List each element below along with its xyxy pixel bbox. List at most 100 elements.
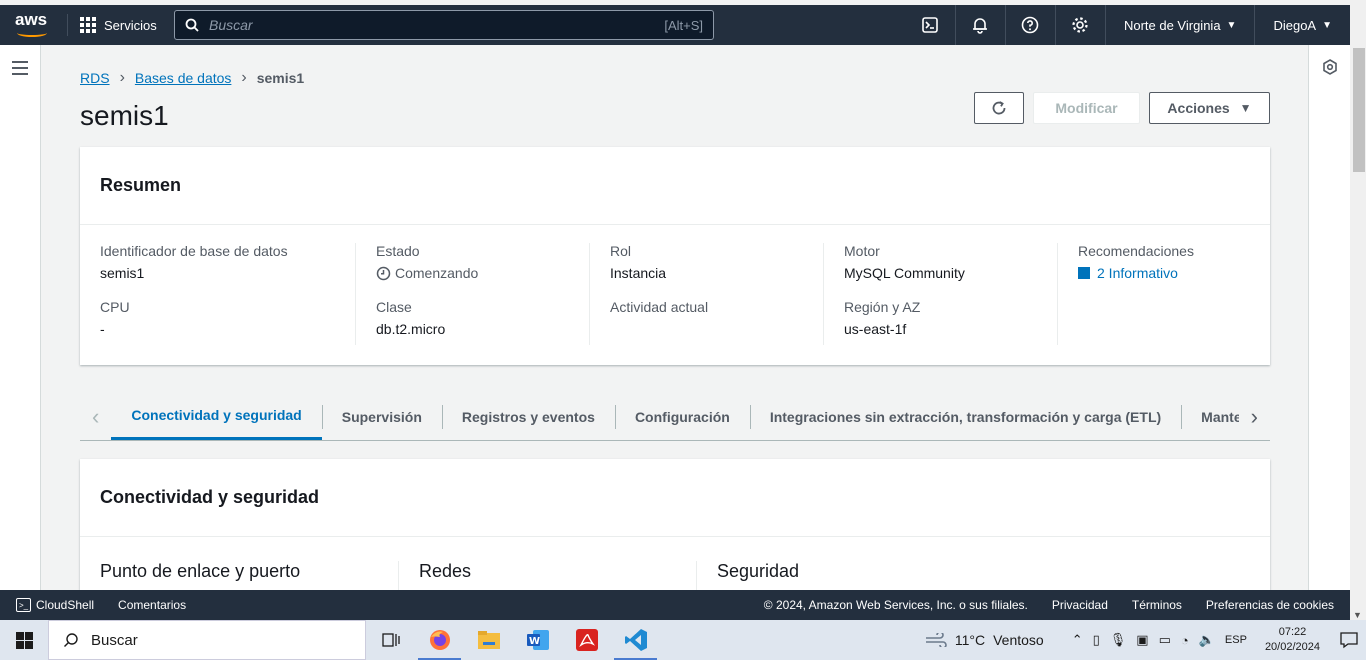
status-value: Comenzando: [376, 265, 589, 281]
search-icon: [64, 633, 78, 647]
region-label: Norte de Virginia: [1123, 17, 1221, 33]
console-footer: >_ CloudShell Comentarios © 2024, Amazon…: [0, 590, 1350, 620]
cpu-label: CPU: [100, 299, 130, 315]
notification-icon: [1340, 632, 1358, 649]
start-button[interactable]: [0, 631, 48, 649]
acrobat-icon: [575, 629, 598, 651]
chevron-up-icon[interactable]: ⌃: [1072, 632, 1083, 648]
activity-label: Actividad actual: [610, 299, 709, 315]
engine-value: MySQL Community: [844, 265, 965, 281]
tab-zero-etl[interactable]: Integraciones sin extracción, transforma…: [749, 393, 1181, 440]
engine-label: Motor: [844, 243, 880, 259]
tab-maintenance[interactable]: Mantenimiento: [1181, 393, 1239, 440]
device-icon[interactable]: ▯: [1093, 632, 1100, 648]
weather-text: Ventoso: [993, 632, 1044, 648]
tab-bar: ‹ Conectividad y seguridad Supervisión R…: [80, 393, 1270, 441]
svg-text:W: W: [529, 636, 540, 647]
search-input[interactable]: Buscar [Alt+S]: [174, 10, 714, 40]
caret-down-icon: ▼: [1322, 19, 1332, 31]
settings-button[interactable]: [1056, 5, 1106, 45]
tab-logs-events[interactable]: Registros y eventos: [441, 393, 615, 440]
caret-down-icon: ▼: [1239, 101, 1252, 115]
taskbar-search-label: Buscar: [91, 631, 138, 649]
services-label: Servicios: [104, 17, 157, 33]
search-icon: [185, 18, 199, 32]
windows-icon: [15, 631, 33, 649]
page-title: semis1: [80, 100, 169, 131]
privacy-link[interactable]: Privacidad: [1052, 598, 1108, 612]
comments-link[interactable]: Comentarios: [118, 598, 186, 612]
breadcrumb-rds[interactable]: RDS: [80, 70, 110, 86]
left-rail: [0, 45, 41, 590]
chevron-right-icon[interactable]: ›: [1239, 393, 1270, 440]
cloudshell-footer-button[interactable]: >_ CloudShell: [16, 598, 94, 612]
aws-logo-text: aws: [15, 10, 48, 29]
system-tray: 11°C Ventoso ⌃ ▯ 🎙 ▣ ▭ ◔ 🔈 ESP 07:22 20/…: [925, 620, 1366, 660]
summary-heading: Resumen: [80, 147, 1270, 225]
clock-date: 20/02/2024: [1264, 641, 1320, 653]
modify-button[interactable]: Modificar: [1033, 92, 1140, 124]
recommendations-text: 2 Informativo: [1097, 265, 1178, 281]
tab-connectivity[interactable]: Conectividad y seguridad: [111, 393, 322, 440]
role-label: Rol: [610, 243, 632, 259]
clock[interactable]: 07:22 20/02/2024: [1265, 625, 1320, 655]
menu-icon[interactable]: [12, 61, 28, 79]
tab-monitoring[interactable]: Supervisión: [321, 393, 442, 440]
cloudshell-button[interactable]: [906, 5, 956, 45]
help-icon: [1022, 16, 1039, 34]
chevron-left-icon[interactable]: ‹: [80, 393, 111, 440]
services-menu[interactable]: Servicios: [80, 17, 157, 33]
user-label: DiegoA: [1273, 17, 1317, 33]
help-button[interactable]: [1006, 5, 1056, 45]
refresh-button[interactable]: [974, 92, 1024, 124]
temperature: 11°C: [954, 632, 986, 648]
caret-down-icon: ▼: [1226, 19, 1237, 31]
user-menu[interactable]: DiegoA ▼: [1255, 5, 1350, 45]
task-view-button[interactable]: [366, 620, 415, 660]
region-selector[interactable]: Norte de Virginia ▼: [1106, 5, 1256, 45]
page-scrollbar[interactable]: ▼: [1350, 0, 1366, 620]
breadcrumb-databases[interactable]: Bases de datos: [135, 70, 232, 86]
file-explorer-app[interactable]: [464, 620, 513, 660]
cpu-value: -: [100, 321, 105, 337]
notifications-button[interactable]: [956, 5, 1006, 45]
info-panel-icon[interactable]: [1322, 59, 1338, 75]
acrobat-app[interactable]: [562, 620, 611, 660]
bell-icon: [973, 18, 988, 34]
tab-configuration[interactable]: Configuración: [614, 393, 750, 440]
copyright-text: © 2024, Amazon Web Services, Inc. o sus …: [763, 598, 1028, 612]
folder-icon: [477, 631, 500, 649]
grid-icon: [80, 17, 96, 33]
battery-icon[interactable]: ▭: [1159, 632, 1171, 648]
search-shortcut: [Alt+S]: [664, 17, 703, 33]
language-indicator[interactable]: ESP: [1225, 634, 1247, 646]
wifi-icon[interactable]: ◔: [1181, 633, 1189, 648]
firefox-app[interactable]: [415, 620, 464, 660]
cookie-preferences-link[interactable]: Preferencias de cookies: [1206, 598, 1334, 612]
region-az-label: Región y AZ: [844, 299, 921, 315]
windows-taskbar: Buscar W 11°C Ventoso ⌃ ▯ 🎙 ▣ ▭ ◔ 🔈 ESP: [0, 620, 1366, 660]
right-rail: [1308, 45, 1350, 590]
display-icon[interactable]: ▣: [1136, 632, 1148, 648]
task-view-icon: [381, 633, 400, 647]
vscode-app[interactable]: [611, 620, 660, 660]
clock-time: 07:22: [1278, 626, 1307, 638]
actions-label: Acciones: [1167, 100, 1230, 116]
top-navigation: aws Servicios Buscar [Alt+S] Norte de Vi…: [0, 5, 1350, 45]
gear-icon: [1072, 17, 1089, 33]
recommendations-link[interactable]: 2 Informativo: [1078, 265, 1290, 281]
scroll-down-icon[interactable]: ▼: [1353, 610, 1362, 620]
microphone-icon[interactable]: 🎙: [1110, 632, 1127, 648]
volume-icon[interactable]: 🔈: [1199, 632, 1215, 648]
aws-logo[interactable]: aws: [15, 11, 55, 39]
weather-widget[interactable]: 11°C Ventoso: [925, 632, 1044, 648]
terms-link[interactable]: Términos: [1132, 598, 1182, 612]
actions-button[interactable]: Acciones ▼: [1149, 92, 1270, 124]
notification-center-button[interactable]: [1332, 631, 1366, 649]
scrollbar-thumb[interactable]: [1353, 48, 1365, 172]
breadcrumb-current: semis1: [256, 70, 305, 86]
search-placeholder: Buscar: [209, 17, 253, 33]
word-app[interactable]: W: [513, 620, 562, 660]
taskbar-search[interactable]: Buscar: [48, 620, 366, 660]
firefox-icon: [429, 630, 450, 650]
